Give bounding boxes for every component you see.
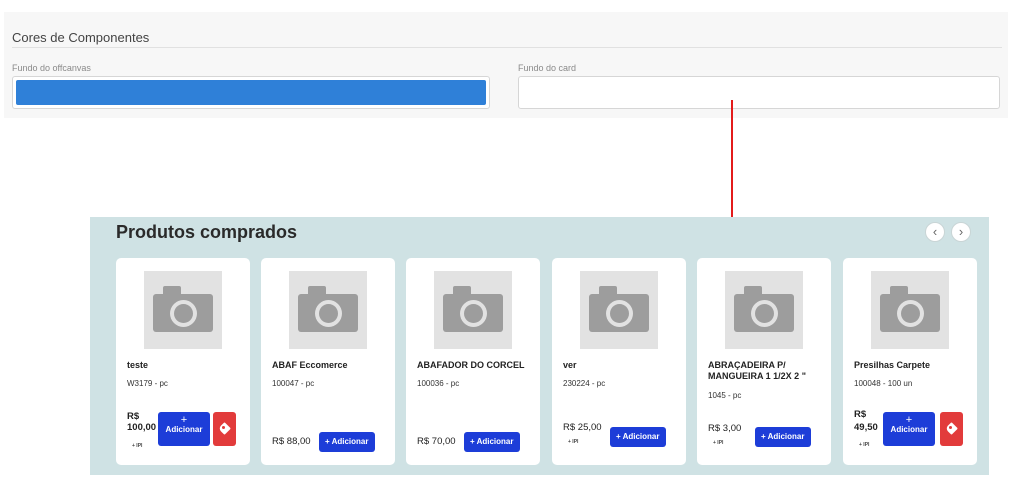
product-image-placeholder xyxy=(725,271,803,349)
card-color-swatch xyxy=(522,80,996,105)
product-card[interactable]: Presilhas Carpete 100048 - 100 un R$ 49,… xyxy=(843,258,977,465)
add-to-cart-button[interactable]: + Adicionar xyxy=(883,412,935,446)
add-to-cart-button[interactable]: + Adicionar xyxy=(319,432,375,452)
product-name: ABAFADOR DO CORCEL xyxy=(417,360,525,370)
product-image-placeholder xyxy=(580,271,658,349)
product-image-placeholder xyxy=(871,271,949,349)
ipi-note: + IPI xyxy=(568,439,579,445)
product-name: teste xyxy=(127,360,149,370)
carousel-prev-button[interactable]: ‹ xyxy=(925,222,945,242)
offcanvas-color-input[interactable] xyxy=(12,76,490,109)
price-value: R$ 70,00 xyxy=(417,436,456,447)
promo-tag-button[interactable] xyxy=(213,412,236,446)
product-card[interactable]: ABRAÇADEIRA P/ MANGUEIRA 1 1/2X 2 " 1045… xyxy=(697,258,831,465)
product-image-placeholder xyxy=(434,271,512,349)
purchased-products-section: Produtos comprados ‹ › teste W3179 - pc … xyxy=(90,217,989,475)
carousel-next-button[interactable]: › xyxy=(951,222,971,242)
promo-tag-button[interactable] xyxy=(940,412,963,446)
price-value: 100,00 xyxy=(127,422,157,433)
product-image-placeholder xyxy=(144,271,222,349)
component-colors-panel: Cores de Componentes Fundo do offcanvas … xyxy=(4,12,1008,118)
product-code: 230224 - pc xyxy=(563,379,606,388)
add-to-cart-button[interactable]: + Adicionar xyxy=(755,427,811,447)
product-code: 100047 - pc xyxy=(272,379,315,388)
product-code: 1045 - pc xyxy=(708,391,742,400)
product-code: W3179 - pc xyxy=(127,379,168,388)
panel-title: Cores de Componentes xyxy=(12,30,150,45)
divider xyxy=(12,47,1002,48)
card-color-label: Fundo do card xyxy=(518,63,577,73)
price-currency: R$ xyxy=(854,409,867,420)
product-code: 100048 - 100 un xyxy=(854,379,913,388)
offcanvas-color-label: Fundo do offcanvas xyxy=(12,63,91,73)
product-code: 100036 - pc xyxy=(417,379,460,388)
product-card[interactable]: ABAFADOR DO CORCEL 100036 - pc R$ 70,00 … xyxy=(406,258,540,465)
plus-icon: + xyxy=(180,414,188,426)
ipi-note: + IPI xyxy=(713,440,724,446)
product-name: ver xyxy=(563,360,577,370)
section-title: Produtos comprados xyxy=(116,222,298,242)
price-value: R$ 3,00 xyxy=(708,423,742,434)
add-to-cart-button[interactable]: + Adicionar xyxy=(610,427,666,447)
card-color-input[interactable] xyxy=(518,76,1000,109)
product-card[interactable]: ABAF Eccomerce 100047 - pc R$ 88,00 + Ad… xyxy=(261,258,395,465)
offcanvas-color-swatch xyxy=(16,80,486,105)
add-to-cart-button[interactable]: + Adicionar xyxy=(464,432,520,452)
product-name: ABRAÇADEIRA P/ MANGUEIRA 1 1/2X 2 " xyxy=(708,360,806,381)
product-card[interactable]: ver 230224 - pc R$ 25,00 + IPI + Adicion… xyxy=(552,258,686,465)
price-value: 49,50 xyxy=(854,422,878,433)
ipi-note: + IPI xyxy=(859,442,870,448)
price-value: R$ 25,00 xyxy=(563,422,602,433)
price-value: R$ 88,00 xyxy=(272,436,311,447)
product-name: Presilhas Carpete xyxy=(854,360,931,370)
product-name: ABAF Eccomerce xyxy=(272,360,348,370)
product-image-placeholder xyxy=(289,271,367,349)
add-to-cart-button[interactable]: + Adicionar xyxy=(158,412,210,446)
price-currency: R$ xyxy=(127,411,140,422)
chevron-right-icon: › xyxy=(958,224,964,239)
product-card[interactable]: teste W3179 - pc R$ 100,00 + IPI + Adici… xyxy=(116,258,250,465)
plus-icon: + xyxy=(905,414,913,426)
chevron-left-icon: ‹ xyxy=(932,224,938,239)
ipi-note: + IPI xyxy=(132,443,143,449)
